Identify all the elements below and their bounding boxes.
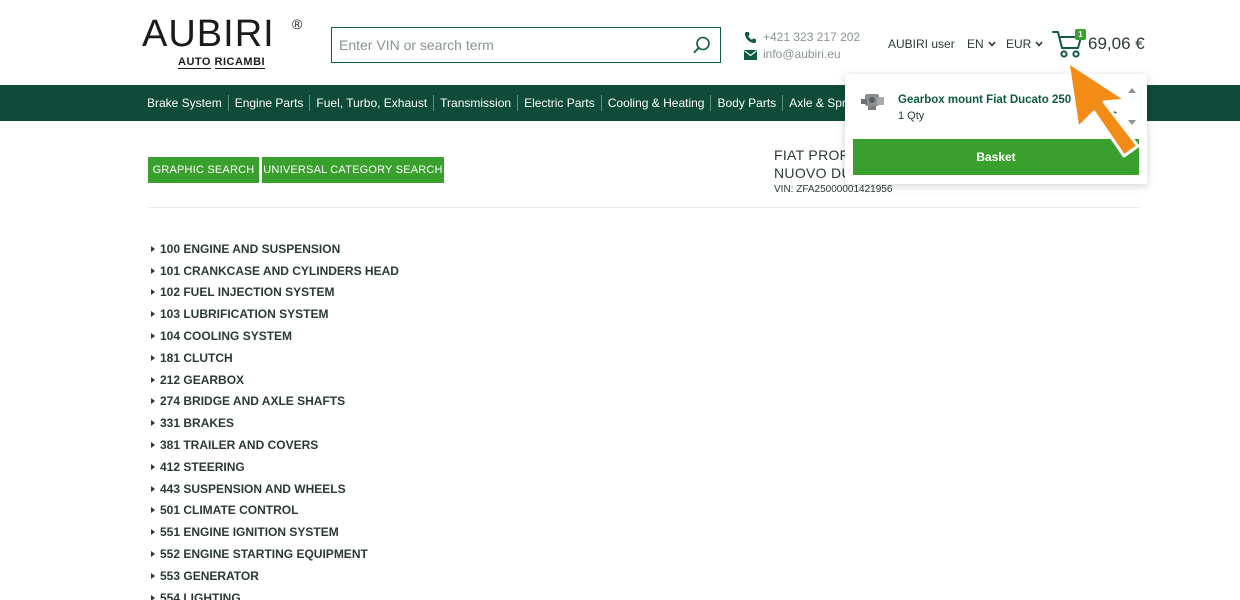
phone-number: +421 323 217 202 xyxy=(763,30,861,44)
caret-right-icon xyxy=(151,376,155,383)
language-value: EN xyxy=(967,37,984,51)
cart-total[interactable]: 69,06 € xyxy=(1088,34,1145,54)
logo-subtitle-auto: AUTO xyxy=(178,56,211,69)
list-item[interactable]: 331 BRAKES xyxy=(151,412,399,434)
category-label: 100 ENGINE AND SUSPENSION xyxy=(160,241,341,256)
list-item[interactable]: 274 BRIDGE AND AXLE SHAFTS xyxy=(151,391,399,413)
product-thumbnail[interactable] xyxy=(859,90,887,112)
caret-right-icon xyxy=(151,289,155,296)
caret-right-icon xyxy=(151,420,155,427)
list-item[interactable]: 102 FUEL INJECTION SYSTEM xyxy=(151,282,399,304)
category-label: 381 TRAILER AND COVERS xyxy=(160,438,319,453)
category-label: 553 GENERATOR xyxy=(160,568,259,583)
logo-subtitle-ricambi: RICAMBI xyxy=(214,56,266,69)
caret-right-icon xyxy=(151,485,155,492)
logo-subtitle: AUTO RICAMBI xyxy=(178,56,266,69)
category-label: 212 GEARBOX xyxy=(160,372,245,387)
caret-right-icon xyxy=(151,311,155,318)
logo-registered-mark: ® xyxy=(292,16,303,32)
list-item[interactable]: 554 LIGHTING xyxy=(151,587,399,600)
list-item[interactable]: 553 GENERATOR xyxy=(151,565,399,587)
logo-wordmark: AUBIRI xyxy=(142,13,275,55)
category-label: 552 ENGINE STARTING EQUIPMENT xyxy=(160,547,368,562)
scroll-down-icon[interactable] xyxy=(1128,120,1136,125)
basket-item-qty: 1 Qty xyxy=(898,110,925,122)
category-label: 501 CLIMATE CONTROL xyxy=(160,503,299,518)
language-selector[interactable]: EN xyxy=(967,37,996,51)
search-button[interactable] xyxy=(684,28,720,62)
list-item[interactable]: 551 ENGINE IGNITION SYSTEM xyxy=(151,521,399,543)
category-label: 443 SUSPENSION AND WHEELS xyxy=(160,481,346,496)
category-label: 554 LIGHTING xyxy=(160,590,241,600)
list-item[interactable]: 412 STEERING xyxy=(151,456,399,478)
email-address: info@aubiri.eu xyxy=(763,47,841,61)
category-label: 103 LUBRIFICATION SYSTEM xyxy=(160,307,329,322)
divider xyxy=(148,207,1140,208)
list-item[interactable]: 381 TRAILER AND COVERS xyxy=(151,434,399,456)
list-item[interactable]: 181 CLUTCH xyxy=(151,347,399,369)
caret-right-icon xyxy=(151,354,155,361)
caret-right-icon xyxy=(151,398,155,405)
list-item[interactable]: 212 GEARBOX xyxy=(151,369,399,391)
phone-icon xyxy=(745,32,756,43)
search-icon xyxy=(693,36,710,54)
phone-row[interactable]: +421 323 217 202 xyxy=(744,29,860,46)
category-label: 274 BRIDGE AND AXLE SHAFTS xyxy=(160,394,346,409)
universal-category-search-button[interactable]: UNIVERSAL CATEGORY SEARCH xyxy=(262,157,444,183)
nav-item-electric-parts[interactable]: Electric Parts xyxy=(518,95,602,111)
list-item[interactable]: 104 COOLING SYSTEM xyxy=(151,325,399,347)
cart-count-badge: 1 xyxy=(1075,29,1086,40)
caret-right-icon xyxy=(151,267,155,274)
list-item[interactable]: 501 CLIMATE CONTROL xyxy=(151,500,399,522)
category-label: 104 COOLING SYSTEM xyxy=(160,329,293,344)
category-nav-items: Brake System Engine Parts Fuel, Turbo, E… xyxy=(141,85,874,121)
currency-value: EUR xyxy=(1006,37,1032,51)
list-item[interactable]: 101 CRANKCASE AND CYLINDERS HEAD xyxy=(151,260,399,282)
currency-selector[interactable]: EUR xyxy=(1006,37,1043,51)
graphic-search-button[interactable]: GRAPHIC SEARCH xyxy=(148,157,259,183)
caret-right-icon xyxy=(151,529,155,536)
category-label: 551 ENGINE IGNITION SYSTEM xyxy=(160,525,339,540)
basket-dropdown: Gearbox mount Fiat Ducato 250 1 Qty € Ba… xyxy=(845,74,1147,184)
caret-right-icon xyxy=(151,551,155,558)
user-account-link[interactable]: AUBIRI user xyxy=(888,37,955,51)
nav-item-engine-parts[interactable]: Engine Parts xyxy=(229,95,311,111)
caret-right-icon xyxy=(151,245,155,252)
chevron-down-icon xyxy=(988,41,996,47)
list-item[interactable]: 552 ENGINE STARTING EQUIPMENT xyxy=(151,543,399,565)
caret-right-icon xyxy=(151,442,155,449)
list-item[interactable]: 443 SUSPENSION AND WHEELS xyxy=(151,478,399,500)
envelope-icon xyxy=(744,49,757,60)
cart-button[interactable]: 1 xyxy=(1052,28,1092,62)
category-label: 101 CRANKCASE AND CYLINDERS HEAD xyxy=(160,263,399,278)
category-label: 102 FUEL INJECTION SYSTEM xyxy=(160,285,335,300)
nav-item-body-parts[interactable]: Body Parts xyxy=(711,95,784,111)
basket-item-name[interactable]: Gearbox mount Fiat Ducato 250 xyxy=(898,94,1071,106)
logo[interactable]: AUBIRI ® AUTO RICAMBI xyxy=(142,14,312,74)
nav-item-brake-system[interactable]: Brake System xyxy=(141,95,229,111)
category-label: 181 CLUTCH xyxy=(160,350,233,365)
list-item[interactable]: 103 LUBRIFICATION SYSTEM xyxy=(151,303,399,325)
list-item[interactable]: 100 ENGINE AND SUSPENSION xyxy=(151,238,399,260)
email-row[interactable]: info@aubiri.eu xyxy=(744,46,860,63)
basket-button[interactable]: Basket xyxy=(853,139,1139,175)
nav-item-cooling-heating[interactable]: Cooling & Heating xyxy=(602,95,712,111)
category-list: 100 ENGINE AND SUSPENSION 101 CRANKCASE … xyxy=(151,238,399,600)
nav-item-fuel-turbo-exhaust[interactable]: Fuel, Turbo, Exhaust xyxy=(310,95,435,111)
category-label: 331 BRAKES xyxy=(160,416,235,431)
caret-right-icon xyxy=(151,463,155,470)
caret-right-icon xyxy=(151,333,155,340)
contact-info: +421 323 217 202 info@aubiri.eu xyxy=(744,29,860,63)
category-label: 412 STEERING xyxy=(160,459,245,474)
caret-right-icon xyxy=(151,572,155,579)
chevron-down-icon xyxy=(1035,41,1043,47)
search-bar xyxy=(331,27,721,63)
caret-right-icon xyxy=(151,594,155,600)
nav-item-transmission[interactable]: Transmission xyxy=(434,95,519,111)
vehicle-vin: VIN: ZFA25000001421956 xyxy=(774,184,893,195)
scroll-up-icon[interactable] xyxy=(1128,88,1136,93)
caret-right-icon xyxy=(151,507,155,514)
search-input[interactable] xyxy=(332,28,684,62)
basket-item-price: € xyxy=(1111,110,1118,122)
